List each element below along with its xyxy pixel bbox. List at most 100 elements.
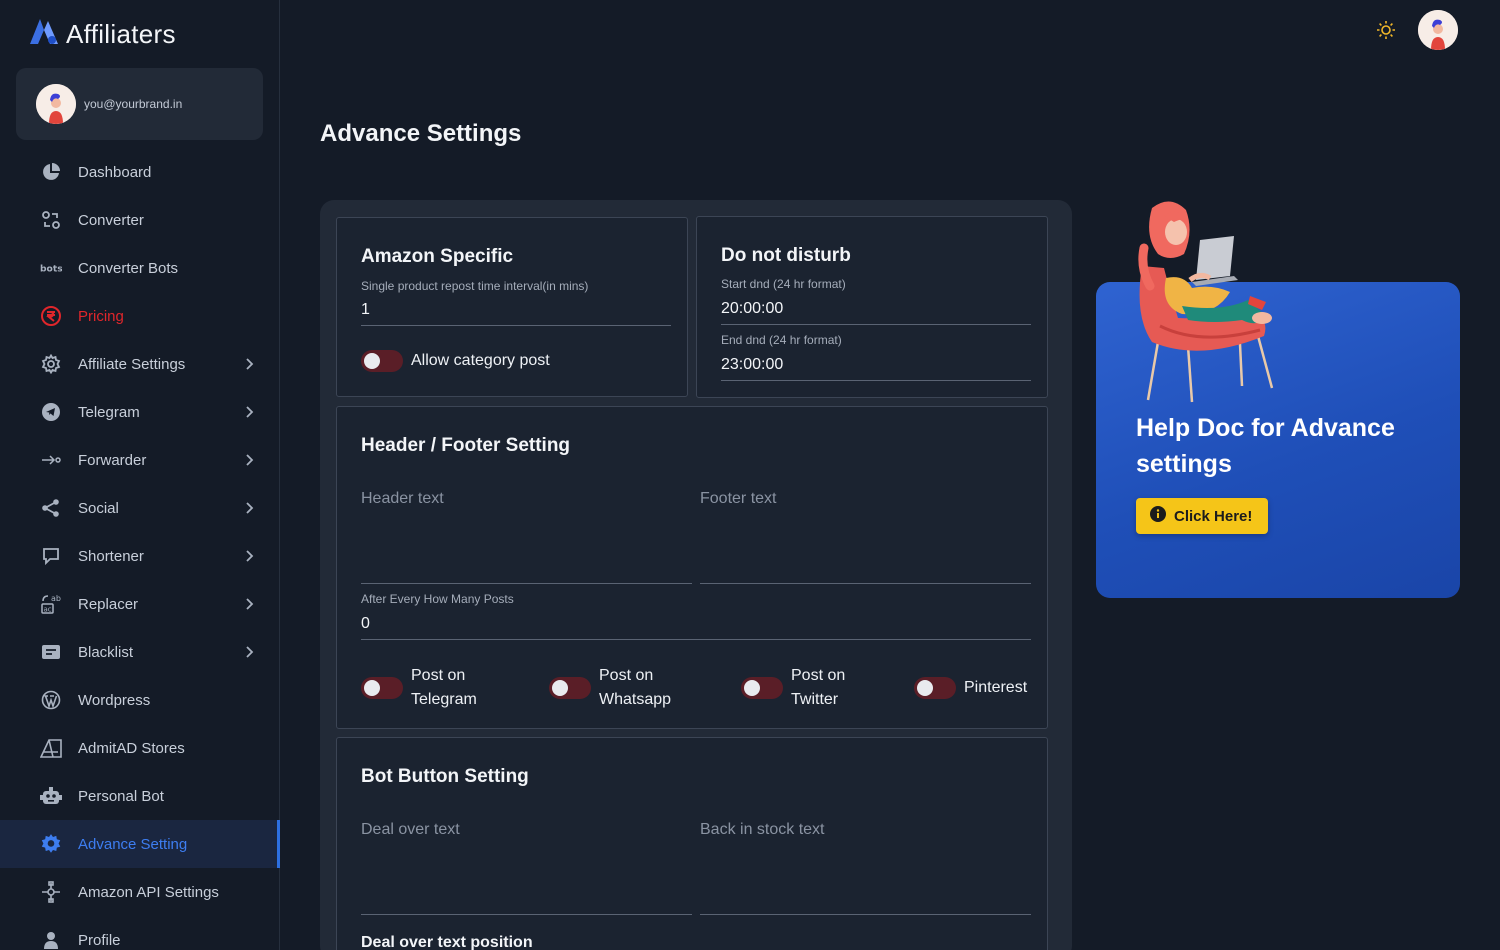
toggle-label-line: Post on [599,667,654,684]
wordpress-icon [40,689,62,711]
repost-interval-label: Single product repost time interval(in m… [361,279,589,293]
after-posts-input[interactable]: 0 [361,615,370,633]
pinterest-toggle[interactable] [914,677,956,699]
sidebar-item-admitad-stores[interactable]: AdmitAD Stores [0,724,280,772]
sidebar-item-label: AdmitAD Stores [78,739,185,757]
chevron-right-icon [240,595,258,613]
dnd-card: Do not disturb Start dnd (24 hr format) … [696,216,1048,398]
woman-laptop-illustration [1130,196,1280,406]
toggle-label-line: Whatsapp [599,691,672,708]
top-avatar[interactable] [1418,10,1458,50]
card-title: Header / Footer Setting [361,435,571,456]
sidebar-nav: Dashboard Converter bots Converter Bots … [0,148,280,950]
deal-over-text-underline [361,914,692,915]
post-on-telegram-label: Post on Telegram [411,664,477,712]
click-here-button[interactable]: Click Here! [1136,498,1269,534]
card-title: Bot Button Setting [361,766,529,787]
sidebar-item-dashboard[interactable]: Dashboard [0,148,280,196]
footer-text-input[interactable]: Footer text [700,490,776,508]
chevron-right-icon [240,499,258,517]
sidebar-item-personal-bot[interactable]: Personal Bot [0,772,280,820]
chevron-right-icon [240,355,258,373]
sidebar: Affiliaters you@yourbrand.in Dashboard C… [0,0,280,950]
repost-interval-input[interactable]: 1 [361,301,370,319]
header-text-underline [361,583,692,584]
sun-icon[interactable] [1375,19,1397,41]
user-email: you@yourbrand.in [84,97,183,111]
sidebar-item-telegram[interactable]: Telegram [0,388,280,436]
toggle-label-line: Telegram [411,691,477,708]
after-posts-label: After Every How Many Posts [361,592,514,606]
api-icon [40,881,62,903]
header-text-input[interactable]: Header text [361,490,444,508]
rupee-icon [40,305,62,327]
click-here-label: Click Here! [1174,507,1253,525]
sidebar-item-label: Dashboard [78,163,152,181]
forward-icon [40,449,62,471]
chevron-right-icon [240,403,258,421]
sidebar-item-profile[interactable]: Profile [0,916,280,950]
chevron-right-icon [240,547,258,565]
replace-icon: ab ac [40,593,62,615]
repost-interval-underline [361,325,671,326]
person-icon [40,929,62,950]
deal-over-text-input[interactable]: Deal over text [361,821,460,839]
card-title: Amazon Specific [361,246,514,267]
sidebar-item-advance-setting[interactable]: Advance Setting [0,820,280,868]
sidebar-item-label: Shortener [78,547,144,565]
sidebar-item-converter[interactable]: Converter [0,196,280,244]
bot-button-card: Bot Button Setting Deal over text Back i… [336,737,1048,950]
start-dnd-label: Start dnd (24 hr format) [721,277,846,291]
sidebar-item-label: Converter Bots [78,259,179,277]
amazon-specific-card: Amazon Specific Single product repost ti… [336,217,688,397]
sidebar-item-converter-bots[interactable]: bots Converter Bots [0,244,280,292]
sidebar-item-affiliate-settings[interactable]: Affiliate Settings [0,340,280,388]
converter-icon [40,209,62,231]
post-on-whatsapp-label: Post on Whatsapp [599,664,671,712]
post-on-twitter-toggle[interactable] [741,677,783,699]
brand-logo-icon [28,18,60,51]
card-title: Do not disturb [721,245,851,266]
end-dnd-label: End dnd (24 hr format) [721,333,842,347]
deal-over-position-label: Deal over text position [361,934,533,950]
post-on-telegram-toggle[interactable] [361,677,403,699]
chevron-right-icon [240,451,258,469]
sidebar-item-wordpress[interactable]: Wordpress [0,676,280,724]
toggle-label-line: Twitter [791,691,839,708]
brand[interactable]: Affiliaters [28,18,176,51]
svg-text:bots: bots [40,264,62,274]
info-icon [1150,506,1166,526]
brand-name: Affiliaters [66,19,176,49]
pie-chart-icon [40,161,62,183]
footer-text-underline [700,583,1031,584]
sidebar-item-label: Social [78,499,119,517]
sidebar-item-label: Personal Bot [78,787,164,805]
end-dnd-underline [721,380,1031,381]
allow-category-toggle[interactable] [361,350,403,372]
start-dnd-input[interactable]: 20:00:00 [721,300,783,318]
end-dnd-input[interactable]: 23:00:00 [721,356,783,374]
sidebar-item-label: Telegram [78,403,140,421]
sidebar-item-social[interactable]: Social [0,484,280,532]
sidebar-item-replacer[interactable]: ab ac Replacer [0,580,280,628]
robot-icon [40,785,62,807]
bots-icon: bots [40,257,62,279]
sidebar-item-blacklist[interactable]: Blacklist [0,628,280,676]
sidebar-item-amazon-api-settings[interactable]: Amazon API Settings [0,868,280,916]
post-on-whatsapp-toggle[interactable] [549,677,591,699]
sidebar-item-label: Replacer [78,595,139,613]
share-icon [40,497,62,519]
user-card[interactable]: you@yourbrand.in [16,68,263,140]
start-dnd-underline [721,324,1031,325]
sidebar-item-pricing[interactable]: Pricing [0,292,280,340]
help-title: Help Doc for Advance settings [1136,414,1395,478]
svg-text:ab: ab [51,594,61,603]
sidebar-item-label: Advance Setting [78,835,188,853]
back-in-stock-input[interactable]: Back in stock text [700,821,825,839]
sidebar-item-shortener[interactable]: Shortener [0,532,280,580]
gear-icon [40,353,62,375]
sidebar-item-forwarder[interactable]: Forwarder [0,436,280,484]
toggle-label-line: Post on [791,667,846,684]
after-posts-underline [361,639,1031,640]
gear-filled-icon [40,833,62,855]
